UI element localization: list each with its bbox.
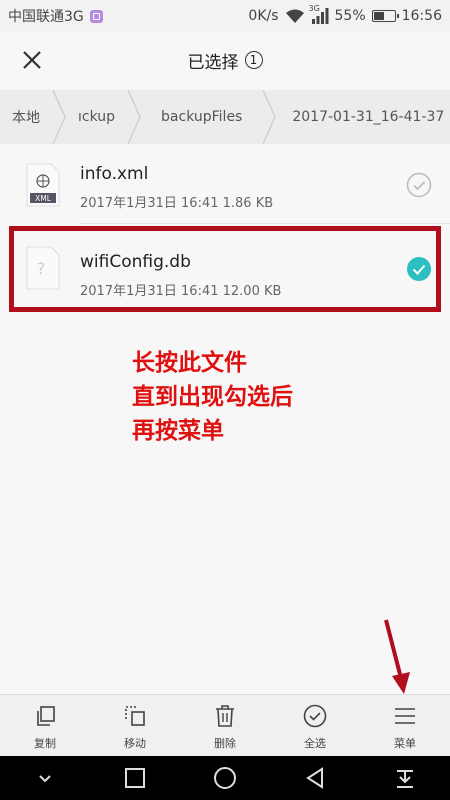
tool-label: 复制	[34, 737, 56, 750]
bottom-toolbar: 复制 移动 删除 全选 菜单	[0, 694, 450, 757]
close-icon[interactable]	[18, 46, 46, 74]
breadcrumb-label: ıckup	[78, 109, 116, 125]
select-all-icon	[303, 704, 327, 728]
chevron-right-icon	[52, 90, 66, 144]
notification-pulldown-icon[interactable]	[393, 766, 417, 790]
menu-button[interactable]: 菜单	[360, 695, 450, 757]
file-name: wifiConfig.db	[80, 252, 191, 272]
copy-button[interactable]: 复制	[0, 695, 90, 757]
list-item[interactable]: ? wifiConfig.db 2017年1月31日 16:41 12.00 K…	[0, 224, 450, 312]
file-meta: 2017年1月31日 16:41 1.86 KB	[80, 196, 274, 211]
delete-icon	[216, 705, 234, 727]
back-icon[interactable]	[303, 766, 327, 790]
unknown-icon-label: ?	[37, 259, 46, 278]
move-icon	[125, 706, 145, 726]
breadcrumb-item-backupfiles[interactable]: backupFiles	[141, 90, 262, 144]
breadcrumb-item-local[interactable]: 本地	[0, 90, 52, 144]
chevron-down-icon[interactable]	[33, 766, 57, 790]
breadcrumb-label: 2017-01-31_16-41-37	[292, 109, 445, 125]
battery-icon	[371, 10, 399, 22]
page-title: 已选择 1	[188, 48, 263, 73]
annotation-line: 直到出现勾选后	[132, 384, 293, 410]
select-all-button[interactable]: 全选	[270, 695, 360, 757]
unknown-file-icon: ?	[26, 246, 60, 290]
breadcrumb-label: 本地	[12, 110, 40, 126]
recent-apps-icon[interactable]	[123, 766, 147, 790]
file-name: info.xml	[80, 164, 149, 184]
annotation-line: 再按菜单	[132, 418, 224, 444]
selected-count-badge: 1	[244, 51, 263, 69]
network-speed: 0K/s	[248, 8, 279, 24]
tool-label: 菜单	[394, 737, 416, 750]
status-bar: 中国联通3G 0K/s 3G 55% 16:56	[0, 0, 450, 32]
notification-icon	[89, 9, 103, 23]
annotation-text: 长按此文件 直到出现勾选后 再按菜单	[132, 346, 293, 448]
clock: 16:56	[401, 8, 442, 24]
home-icon[interactable]	[213, 766, 237, 790]
breadcrumb-label: backupFiles	[161, 109, 243, 125]
system-nav-bar	[0, 756, 450, 800]
copy-icon	[37, 706, 55, 726]
delete-button[interactable]: 删除	[180, 695, 270, 757]
annotation-arrow-icon	[384, 619, 410, 694]
tool-label: 删除	[214, 737, 236, 750]
status-right: 0K/s 3G 55% 16:56	[248, 4, 442, 24]
chevron-right-icon	[262, 90, 277, 144]
file-meta: 2017年1月31日 16:41 12.00 KB	[80, 284, 282, 299]
checkbox-checked-icon[interactable]	[406, 256, 432, 282]
selection-title: 已选择	[187, 52, 239, 73]
battery-percent: 55%	[334, 8, 366, 24]
file-list: XML info.xml 2017年1月31日 16:41 1.86 KB ? …	[0, 146, 450, 312]
breadcrumb: 本地 ıckup backupFiles 2017-01-31_16-41-37	[0, 90, 450, 144]
breadcrumb-item-backup[interactable]: ıckup	[66, 90, 127, 144]
breadcrumb-item-current[interactable]: 2017-01-31_16-41-37	[276, 90, 450, 144]
xml-file-icon: XML	[26, 163, 60, 207]
tool-label: 全选	[304, 737, 326, 750]
status-left: 中国联通3G	[8, 6, 103, 26]
checkbox-unchecked-icon[interactable]	[406, 172, 432, 198]
signal-group: 3G	[309, 4, 329, 24]
network-type-badge: 3G	[308, 4, 320, 13]
tool-label: 移动	[124, 737, 146, 750]
list-item[interactable]: XML info.xml 2017年1月31日 16:41 1.86 KB	[0, 146, 450, 224]
menu-icon	[395, 708, 415, 724]
move-button[interactable]: 移动	[90, 695, 180, 757]
annotation-line: 长按此文件	[132, 350, 247, 376]
chevron-right-icon	[127, 90, 141, 144]
xml-icon-label: XML	[35, 194, 52, 203]
battery-fill	[373, 12, 384, 20]
carrier-label: 中国联通3G	[8, 9, 84, 25]
wifi-icon	[285, 9, 304, 23]
title-bar: 已选择 1	[0, 32, 450, 88]
